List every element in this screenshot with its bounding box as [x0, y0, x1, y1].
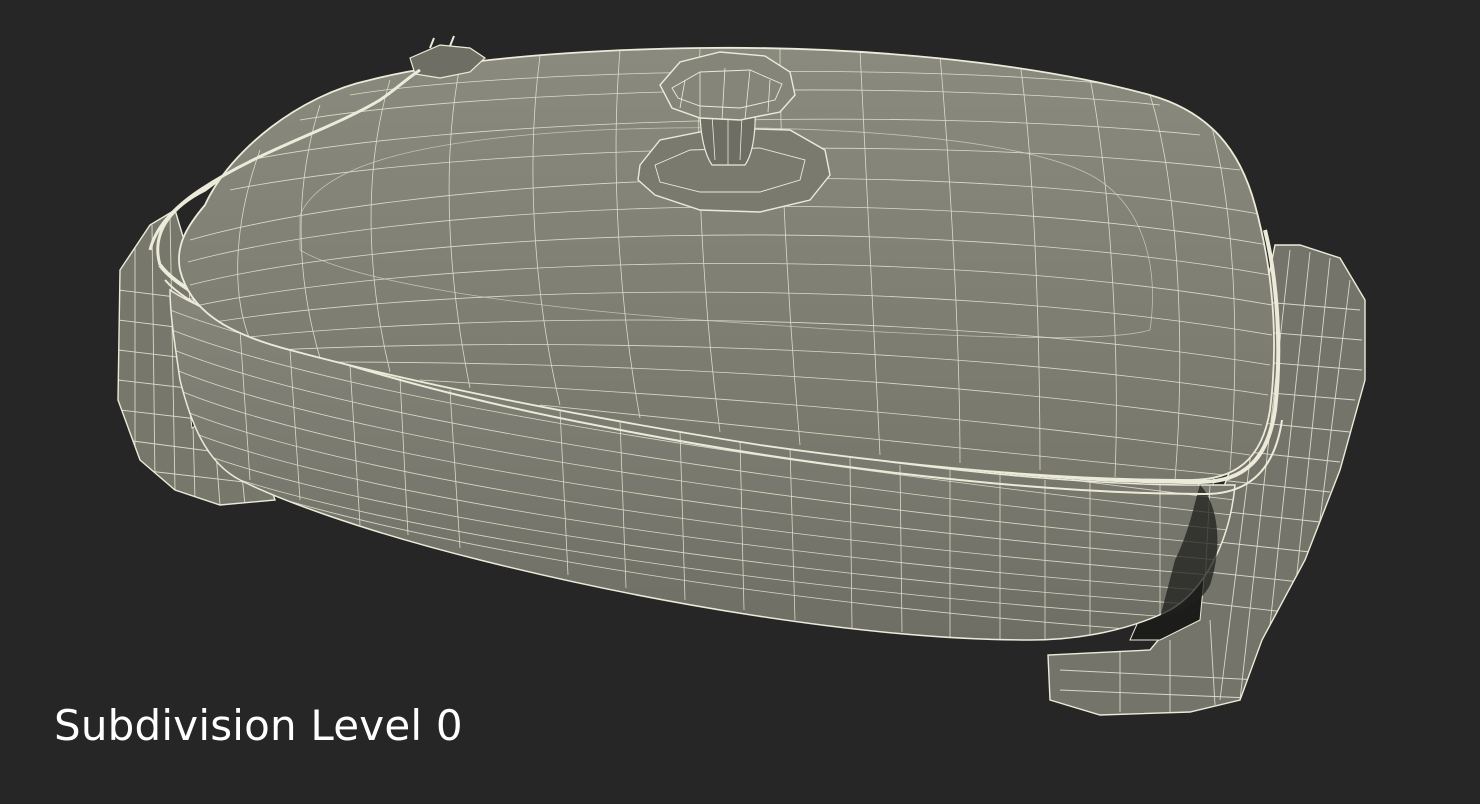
subdivision-level-caption: Subdivision Level 0	[54, 701, 463, 750]
render-viewport	[0, 0, 1480, 800]
skillet-wireframe-render	[117, 35, 1366, 716]
